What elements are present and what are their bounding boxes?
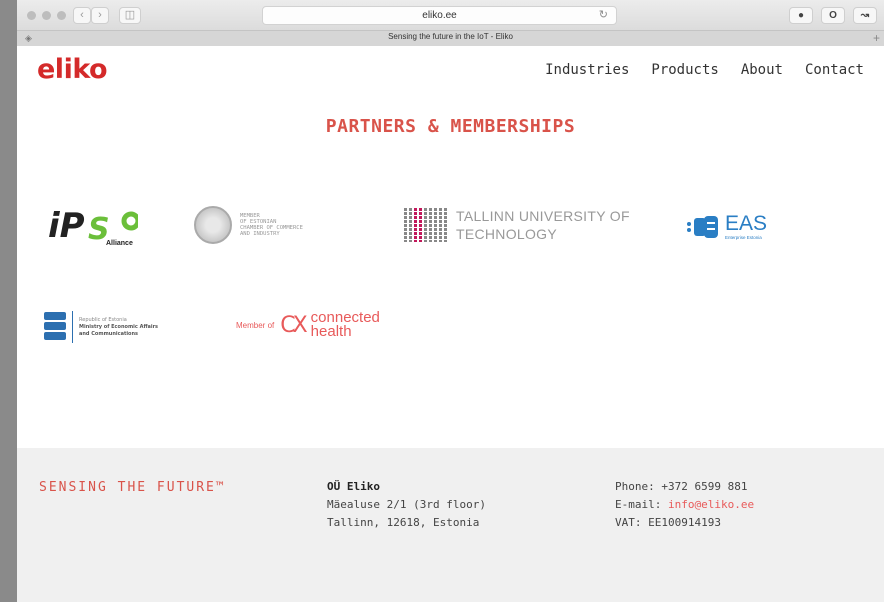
ttu-line-1: TALLINN UNIVERSITY OF (456, 208, 630, 224)
seal-icon (194, 206, 232, 244)
browser-chrome: ‹ › ◫ eliko.ee ↻ ● O ↝ ◈ Sensing the fut… (17, 0, 884, 46)
ministry-line-1: Republic of Estonia (79, 316, 127, 323)
nav-industries[interactable]: Industries (545, 62, 629, 78)
sidebar-button[interactable]: ◫ (119, 7, 141, 24)
footer-contact: Phone: +372 6599 881 E-mail: info@eliko.… (615, 478, 754, 532)
address-bar[interactable]: eliko.ee ↻ (262, 6, 617, 25)
forward-button[interactable]: › (91, 7, 109, 24)
lions-crest-icon (44, 312, 66, 342)
tallinn-university-logo[interactable]: TALLINN UNIVERSITY OF TECHNOLOGY (404, 206, 634, 244)
eas-name: EAS (725, 212, 768, 235)
extension-button-2[interactable]: O (821, 7, 845, 24)
url-text: eliko.ee (422, 10, 457, 21)
address-line-1: Mäealuse 2/1 (3rd floor) (327, 498, 486, 511)
ttu-line-2: TECHNOLOGY (456, 226, 558, 242)
page-title: PARTNERS & MEMBERSHIPS (325, 116, 576, 137)
vat: VAT: EE100914193 (615, 516, 721, 529)
extension-button-1[interactable]: ● (789, 7, 813, 24)
footer-tagline: SENSING THE FUTURE™ (39, 480, 226, 495)
eas-text: EAS Enterprise Estonia (725, 212, 768, 240)
connected-health-logo[interactable]: Member of CX connected health (236, 308, 426, 342)
chamber-of-commerce-logo[interactable]: MEMBER OF ESTONIAN CHAMBER OF COMMERCE A… (194, 205, 344, 245)
ministry-line-2: Ministry of Economic Affairs (79, 323, 159, 330)
email-row: E-mail: info@eliko.ee (615, 496, 754, 514)
eliko-logo[interactable]: eliko (37, 54, 108, 85)
cx-icon: CX (280, 312, 307, 338)
ipso-sub-label: Alliance (106, 240, 133, 247)
sidebar-icon: ◫ (124, 9, 136, 21)
divider (72, 311, 73, 343)
link-icon: ↝ (860, 10, 870, 21)
connected-line-2: health (310, 323, 352, 340)
footer: SENSING THE FUTURE™ OÜ Eliko Mäealuse 2/… (17, 448, 884, 602)
browser-toolbar: ‹ › ◫ eliko.ee ↻ ● O ↝ (17, 0, 884, 30)
eas-sub: Enterprise Estonia (725, 235, 762, 240)
tab-bar: ◈ Sensing the future in the IoT - Eliko … (17, 30, 884, 46)
eas-logo[interactable]: EAS Enterprise Estonia (685, 209, 785, 245)
ttu-text: TALLINN UNIVERSITY OF TECHNOLOGY (456, 207, 630, 243)
main-nav: Industries Products About Contact (545, 62, 864, 78)
chevron-left-icon: ‹ (80, 9, 84, 21)
nav-products[interactable]: Products (651, 62, 718, 78)
reload-icon[interactable]: ↻ (599, 7, 608, 24)
close-window-button[interactable] (27, 11, 36, 20)
ttu-bars-icon (404, 208, 447, 242)
new-tab-icon[interactable]: + (873, 31, 880, 45)
minimize-window-button[interactable] (42, 11, 51, 20)
connected-health-text: connected health (310, 310, 380, 340)
ministry-line-3: and Communications (79, 330, 139, 337)
circle-icon: ● (797, 10, 805, 21)
ipso-alliance-logo[interactable]: iP S Alliance (48, 203, 141, 247)
eas-emblem-icon (687, 216, 718, 238)
chevron-right-icon: › (98, 9, 102, 21)
extension-button-3[interactable]: ↝ (853, 7, 877, 24)
nav-about[interactable]: About (741, 62, 783, 78)
page: eliko Industries Products About Contact … (17, 46, 884, 602)
ipso-logo-graphic: iP S Alliance (48, 206, 141, 247)
svg-text:iP: iP (48, 206, 85, 246)
nav-contact[interactable]: Contact (805, 62, 864, 78)
maximize-window-button[interactable] (57, 11, 66, 20)
ministry-logo[interactable]: Republic of Estonia Ministry of Economic… (44, 309, 194, 345)
email-label: E-mail: (615, 498, 668, 511)
company-name: OÜ Eliko (327, 480, 380, 493)
opera-icon: O (829, 10, 837, 21)
member-of-label: Member of (236, 320, 275, 330)
email-link[interactable]: info@eliko.ee (668, 498, 754, 511)
phone: Phone: +372 6599 881 (615, 480, 748, 493)
chamber-text: MEMBER OF ESTONIAN CHAMBER OF COMMERCE A… (240, 213, 303, 237)
footer-address: OÜ Eliko Mäealuse 2/1 (3rd floor) Tallin… (327, 478, 486, 532)
back-button[interactable]: ‹ (73, 7, 91, 24)
tab-title[interactable]: Sensing the future in the IoT - Eliko (17, 32, 884, 41)
ministry-text: Republic of Estonia Ministry of Economic… (79, 317, 158, 338)
address-line-2: Tallinn, 12618, Estonia (327, 516, 480, 529)
